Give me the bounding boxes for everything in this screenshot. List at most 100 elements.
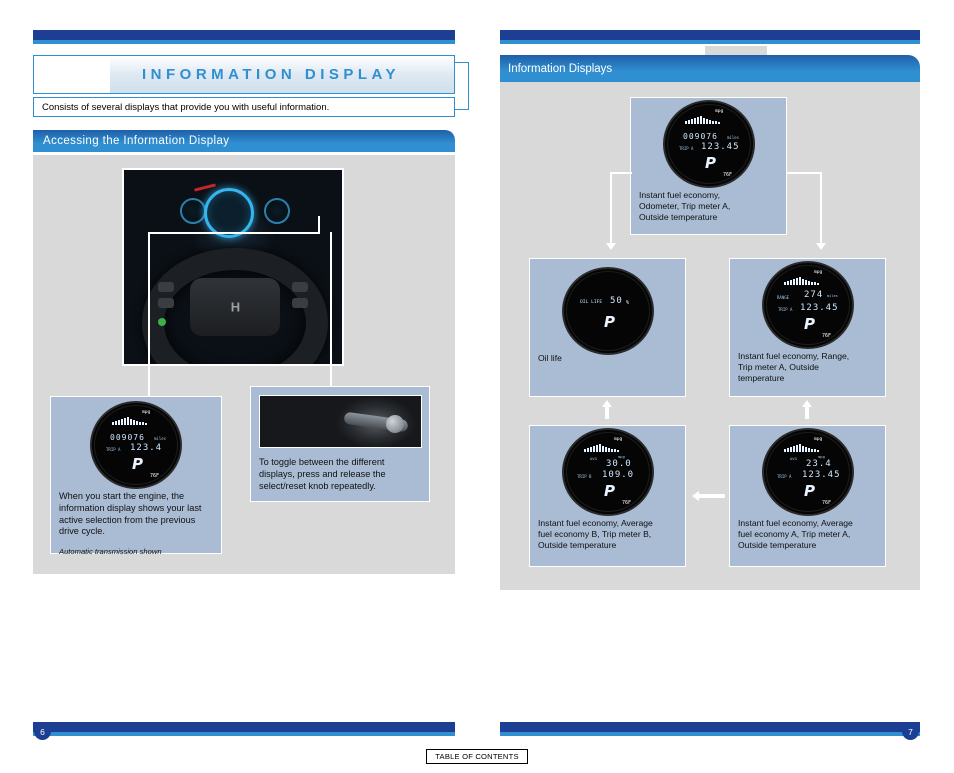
table-of-contents-label: TABLE OF CONTENTS (435, 752, 519, 761)
meter-display-odometer: mpg 009076 miles TRIP A 123.45 P 76F (665, 102, 753, 186)
title-bracket (455, 62, 469, 110)
left-top-accent (33, 40, 455, 44)
meter-avg-value: 30.0 (606, 459, 632, 469)
left-footer-bar (33, 722, 455, 732)
meter-gear-indicator: P (132, 455, 143, 473)
page-number-left: 6 (34, 723, 51, 740)
page-title: INFORMATION DISPLAY (142, 66, 401, 83)
callout-line-left-vertical (148, 232, 150, 398)
meter-range-value: 274 (804, 290, 824, 300)
callout-engine-start: mpg 009076 miles TRIP A 123.4 P 76F When… (50, 396, 222, 557)
callout-line-right-vertical (330, 232, 332, 390)
arrow-head-top-to-range (816, 243, 826, 250)
meter-odometer: 009076 (110, 433, 145, 442)
meter-temperature: 76F (150, 473, 160, 479)
callout-engine-start-note: Automatic transmission shown (59, 547, 162, 557)
meter-temperature: 76F (622, 500, 632, 506)
title-left-frame (33, 55, 110, 94)
meter-trip-label: TRIP A (106, 447, 121, 452)
flow-node-average-a-caption: Instant fuel economy, Average fuel econo… (738, 518, 853, 551)
callout-line-right-stub (318, 216, 320, 232)
right-tab-marker (705, 46, 767, 55)
flow-node-average-b: mpg AVG mpg 30.0 TRIP B 109.0 P 76F Inst… (529, 425, 686, 567)
callout-engine-start-text: When you start the engine, the informati… (59, 491, 202, 537)
flow-node-average-b-caption: Instant fuel economy, Average fuel econo… (538, 518, 653, 551)
meter-display-oil-life: OIL LIFE 50 % P (564, 269, 652, 353)
arrow-head-avgb-to-oil (602, 400, 612, 407)
right-top-accent (500, 40, 920, 44)
left-footer-accent (33, 732, 455, 736)
flow-node-average-a: mpg AVG mpg 23.4 TRIP A 123.45 P 76F Ins… (729, 425, 886, 567)
section-header-information-displays: Information Displays (500, 55, 920, 82)
meter-mpg-label: mpg (614, 437, 623, 442)
flow-node-odometer-caption: Instant fuel economy, Odometer, Trip met… (639, 190, 731, 223)
meter-avg-label: AVG (590, 456, 597, 461)
meter-oil-life-label: OIL LIFE (580, 300, 603, 305)
meter-gear-indicator: P (604, 482, 615, 500)
meter-display-range: mpg RANGE 274 miles TRIP A 123.45 P 76F (764, 263, 852, 347)
meter-avg-label: AVG (790, 456, 797, 461)
table-of-contents-button[interactable]: TABLE OF CONTENTS (426, 749, 528, 764)
meter-trip-label: TRIP A (778, 307, 793, 312)
arrow-head-top-to-oil (606, 243, 616, 250)
chapter-subtitle-box: Consists of several displays that provid… (33, 97, 455, 117)
meter-trip-value: 123.45 (701, 142, 740, 152)
meter-trip-label: TRIP A (777, 474, 792, 479)
callout-meter-wrap: mpg 009076 miles TRIP A 123.4 P 76F (51, 397, 221, 487)
meter-trip-label: TRIP A (679, 146, 694, 151)
section-header-label: Accessing the Information Display (43, 135, 230, 147)
meter-display-default: mpg 009076 miles TRIP A 123.4 P 76F (92, 403, 180, 487)
chapter-subtitle: Consists of several displays that provid… (42, 101, 330, 113)
right-footer-bar (500, 722, 920, 732)
meter-trip-value: 109.0 (602, 470, 635, 480)
meter-mpg-label: mpg (715, 109, 724, 114)
arrow-top-to-oil-vertical (610, 172, 612, 244)
meter-temperature: 76F (723, 172, 733, 178)
meter-mpg-label: mpg (814, 437, 823, 442)
arrow-top-to-oil-horizontal (610, 172, 632, 174)
arrow-head-avga-to-range (802, 400, 812, 407)
select-reset-knob-photo (259, 395, 422, 448)
right-footer-accent (500, 732, 920, 736)
steering-wheel-photo: H (122, 168, 344, 366)
meter-temperature: 76F (822, 333, 832, 339)
right-top-bar (500, 30, 920, 40)
arrow-avgb-to-oil-line (605, 406, 609, 419)
meter-range-label: RANGE (777, 295, 790, 300)
meter-gear-indicator: P (705, 154, 716, 172)
arrow-head-avga-to-avgb (692, 491, 699, 501)
meter-gear-indicator: P (804, 482, 815, 500)
meter-odometer-unit: miles (154, 436, 167, 441)
meter-display-average-a: mpg AVG mpg 23.4 TRIP A 123.45 P 76F (764, 430, 852, 514)
arrow-top-to-range-vertical (820, 172, 822, 244)
meter-range-unit: miles (827, 294, 838, 298)
meter-trip-value: 123.45 (800, 303, 839, 313)
section-header-label-right: Information Displays (508, 62, 613, 75)
flow-node-oil-life-caption: Oil life (538, 353, 562, 363)
meter-trip-value: 123.45 (802, 470, 841, 480)
meter-display-average-b: mpg AVG mpg 30.0 TRIP B 109.0 P 76F (564, 430, 652, 514)
meter-mpg-label: mpg (814, 270, 823, 275)
left-top-bar (33, 30, 455, 40)
page-number-right: 7 (902, 723, 919, 740)
meter-odometer-unit: miles (727, 135, 740, 140)
arrow-avga-to-range-line (805, 406, 809, 419)
flow-node-oil-life: OIL LIFE 50 % P Oil life (529, 258, 686, 397)
meter-avg-value: 23.4 (806, 459, 832, 469)
callout-toggle-text: To toggle between the different displays… (259, 457, 386, 491)
meter-odometer-value: 009076 (683, 132, 718, 141)
meter-mpg-label: mpg (142, 410, 151, 415)
meter-oil-life-value: 50 (610, 296, 623, 306)
flow-node-range: mpg RANGE 274 miles TRIP A 123.45 P 76F … (729, 258, 886, 397)
meter-temperature: 76F (822, 500, 832, 506)
meter-gear-indicator: P (804, 315, 815, 333)
flow-node-odometer: mpg 009076 miles TRIP A 123.45 P 76F Ins… (630, 97, 787, 235)
section-header-accessing: Accessing the Information Display (33, 130, 455, 152)
arrow-avga-to-avgb-line (699, 494, 725, 498)
meter-trip-label: TRIP B (577, 474, 592, 479)
meter-trip-value: 123.4 (130, 443, 163, 453)
arrow-top-to-range-horizontal (786, 172, 822, 174)
flow-node-range-caption: Instant fuel economy, Range, Trip meter … (738, 351, 850, 384)
manual-page-spread: INFORMATION DISPLAY Consists of several … (0, 0, 954, 773)
meter-gear-indicator: P (604, 313, 615, 331)
